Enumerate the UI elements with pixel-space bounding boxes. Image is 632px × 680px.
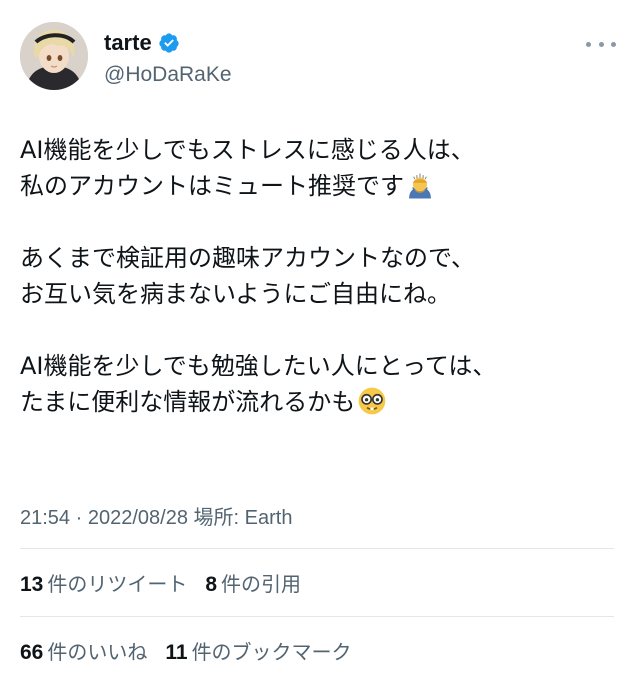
nerd-face-emoji-icon: [358, 387, 386, 415]
quote-count: 8: [205, 573, 218, 596]
divider: [20, 548, 614, 549]
bookmark-label: 件のブックマーク: [191, 640, 352, 664]
tweet-paragraph: AI機能を少しでもストレスに感じる人は、 私のアカウントはミュート推奨です: [20, 132, 610, 204]
tweet-line: たまに便利な情報が流れるかも: [20, 388, 356, 416]
quote-label: 件の引用: [221, 572, 302, 596]
display-name[interactable]: tarte: [104, 30, 152, 56]
quotes-stat[interactable]: 8 件の引用: [205, 568, 301, 597]
bookmarks-stat[interactable]: 11 件のブックマーク: [165, 636, 351, 665]
tweet-line: AI機能を少しでも勉強したい人にとっては、: [20, 352, 497, 380]
like-count: 66: [20, 641, 44, 664]
tweet-line-with-emoji: 私のアカウントはミュート推奨です: [20, 168, 610, 204]
meta-separator: ·: [70, 507, 88, 529]
location-value[interactable]: Earth: [245, 507, 293, 529]
tweet-paragraph: AI機能を少しでも勉強したい人にとっては、 たまに便利な情報が流れるかも: [20, 348, 610, 420]
dot: [598, 41, 604, 47]
retweets-stat[interactable]: 13 件のリツイート: [20, 568, 187, 597]
location-label: 場所:: [193, 507, 245, 529]
tweet-paragraph: あくまで検証用の趣味アカウントなので、 お互い気を病まないようにご自由にね。: [20, 240, 610, 312]
retweet-count: 13: [20, 573, 44, 596]
name-row: tarte: [104, 30, 180, 56]
tweet-line-with-emoji: たまに便利な情報が流れるかも: [20, 384, 610, 420]
stats-row-engagement: 13 件のリツイート 8 件の引用: [20, 568, 319, 597]
dot: [611, 41, 616, 47]
bookmark-count: 11: [165, 641, 188, 664]
tweet-date[interactable]: 2022/08/28: [88, 507, 188, 529]
likes-stat[interactable]: 66 件のいいね: [20, 636, 147, 665]
tweet-line: 私のアカウントはミュート推奨です: [20, 172, 404, 200]
tweet-meta: 21:54 · 2022/08/28 場所: Earth: [20, 501, 292, 530]
tweet-line: あくまで検証用の趣味アカウントなので、: [20, 244, 476, 272]
tweet-time[interactable]: 21:54: [20, 507, 70, 529]
like-label: 件のいいね: [47, 640, 148, 664]
tweet-line: お互い気を病まないようにご自由にね。: [20, 280, 452, 308]
person-bowing-emoji-icon: [409, 173, 431, 199]
avatar-image: [20, 22, 88, 90]
user-handle[interactable]: @HoDaRaKe: [104, 63, 232, 87]
dot: [586, 41, 591, 47]
tweet-line: AI機能を少しでもストレスに感じる人は、: [20, 136, 475, 164]
retweet-label: 件のリツイート: [47, 572, 188, 596]
tweet-text: AI機能を少しでもストレスに感じる人は、 私のアカウントはミュート推奨です あく…: [20, 132, 610, 420]
more-options-icon[interactable]: [586, 36, 616, 52]
divider: [20, 616, 614, 617]
tweet-header: tarte @HoDaRaKe: [20, 22, 620, 94]
stats-row-likes: 66 件のいいね 11 件のブックマーク: [20, 636, 370, 665]
avatar[interactable]: [20, 22, 88, 90]
verified-badge-icon: [159, 33, 179, 53]
